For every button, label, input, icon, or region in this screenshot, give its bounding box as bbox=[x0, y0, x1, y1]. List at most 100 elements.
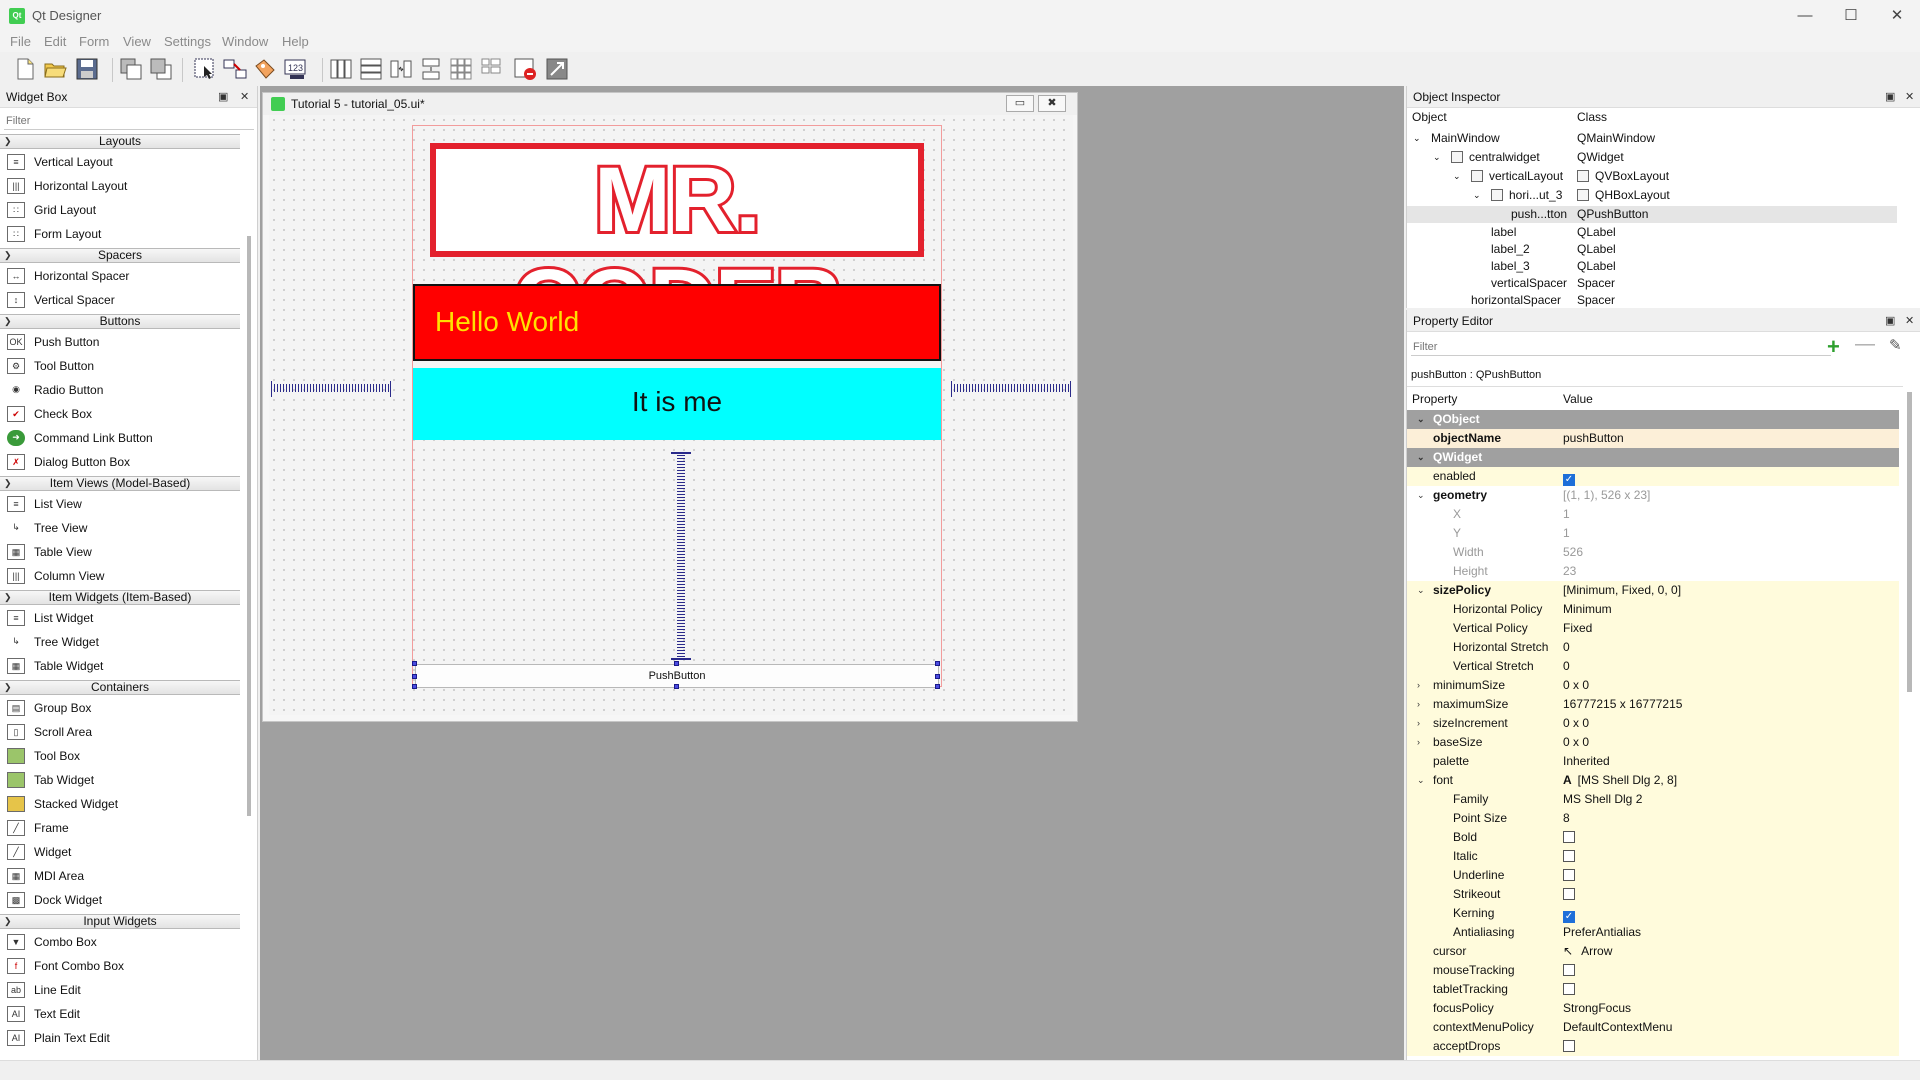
scrollbar-thumb[interactable] bbox=[247, 236, 251, 816]
property-row[interactable]: ⌄ geometry [(1, 1), 526 x 23] bbox=[1407, 486, 1899, 505]
tree-row-selected[interactable]: push...tton QPushButton bbox=[1407, 206, 1897, 223]
widget-scroll-area[interactable]: ▯ Scroll Area bbox=[0, 720, 240, 744]
widget-font-combo-box[interactable]: f Font Combo Box bbox=[0, 954, 240, 978]
widget-tool-button[interactable]: ⚙ Tool Button bbox=[0, 354, 240, 378]
widget-stacked-widget[interactable]: Stacked Widget bbox=[0, 792, 240, 816]
lay-out-vertically-icon[interactable] bbox=[358, 56, 384, 82]
break-layout-icon[interactable] bbox=[512, 56, 538, 82]
edit-signals-slots-icon[interactable] bbox=[222, 56, 248, 82]
lay-out-grid-icon[interactable] bbox=[448, 56, 474, 82]
checkbox[interactable] bbox=[1563, 831, 1575, 843]
property-row[interactable]: contextMenuPolicy DefaultContextMenu bbox=[1407, 1018, 1899, 1037]
tree-row[interactable]: horizontalSpacer Spacer bbox=[1407, 292, 1897, 309]
property-row[interactable]: Width 526 bbox=[1407, 543, 1899, 562]
menu-settings[interactable]: Settings bbox=[164, 34, 211, 49]
horizontal-splitter-icon[interactable] bbox=[388, 56, 414, 82]
property-row[interactable]: Horizontal Policy Minimum bbox=[1407, 600, 1899, 619]
close-icon[interactable]: ✕ bbox=[1874, 0, 1920, 32]
widget-column-view[interactable]: ||| Column View bbox=[0, 564, 240, 588]
widget-tool-box[interactable]: Tool Box bbox=[0, 744, 240, 768]
property-row[interactable]: Family MS Shell Dlg 2 bbox=[1407, 790, 1899, 809]
menu-view[interactable]: View bbox=[123, 34, 151, 49]
resize-handle[interactable] bbox=[412, 684, 417, 689]
widget-tab-widget[interactable]: Tab Widget bbox=[0, 768, 240, 792]
checkbox[interactable] bbox=[1563, 983, 1575, 995]
float-icon[interactable]: ▣ bbox=[1885, 314, 1895, 327]
property-row[interactable]: Underline bbox=[1407, 866, 1899, 885]
edit-widgets-icon[interactable] bbox=[192, 56, 218, 82]
property-row[interactable]: Vertical Stretch 0 bbox=[1407, 657, 1899, 676]
horizontal-spacer[interactable] bbox=[951, 381, 1071, 397]
property-row[interactable]: ⌄ sizePolicy [Minimum, Fixed, 0, 0] bbox=[1407, 581, 1899, 600]
float-icon[interactable]: ▣ bbox=[218, 90, 228, 103]
close-icon[interactable]: ✕ bbox=[1905, 90, 1914, 103]
configure-icon[interactable]: ✎ bbox=[1889, 336, 1902, 354]
scrollbar-thumb[interactable] bbox=[1907, 392, 1912, 692]
property-row[interactable]: Vertical Policy Fixed bbox=[1407, 619, 1899, 638]
lay-out-horizontally-icon[interactable] bbox=[328, 56, 354, 82]
widget-list-view[interactable]: ≡ List View bbox=[0, 492, 240, 516]
resize-handle[interactable] bbox=[674, 661, 679, 666]
property-row[interactable]: X1 bbox=[1407, 505, 1899, 524]
widget-radio-button[interactable]: ◉ Radio Button bbox=[0, 378, 240, 402]
close-icon[interactable]: ✕ bbox=[1905, 314, 1914, 327]
bring-to-front-icon[interactable] bbox=[148, 56, 174, 82]
form-minimize-button[interactable]: ▭ bbox=[1006, 95, 1034, 112]
checkbox[interactable] bbox=[1563, 1040, 1575, 1052]
widget-horizontal-spacer[interactable]: ↔ Horizontal Spacer bbox=[0, 264, 240, 288]
widget-horizontal-layout[interactable]: ||| Horizontal Layout bbox=[0, 174, 240, 198]
menu-form[interactable]: Form bbox=[79, 34, 109, 49]
property-row[interactable]: Antialiasing PreferAntialias bbox=[1407, 923, 1899, 942]
property-row[interactable]: Kerning ✓ bbox=[1407, 904, 1899, 923]
widget-filter-input[interactable] bbox=[4, 112, 254, 130]
tree-row[interactable]: ⌄ hori...ut_3 QHBoxLayout bbox=[1407, 187, 1897, 204]
property-row[interactable]: mouseTracking bbox=[1407, 961, 1899, 980]
widget-form-layout[interactable]: ∷ Form Layout bbox=[0, 222, 240, 246]
hello-world-label[interactable]: Hello World bbox=[413, 284, 941, 361]
checkbox[interactable] bbox=[1563, 888, 1575, 900]
property-row[interactable]: › maximumSize 16777215 x 16777215 bbox=[1407, 695, 1899, 714]
horizontal-spacer[interactable] bbox=[271, 381, 391, 397]
checkbox[interactable] bbox=[1563, 869, 1575, 881]
tree-row[interactable]: ⌄ centralwidget QWidget bbox=[1407, 149, 1897, 166]
widget-dialog-button-box[interactable]: ✗ Dialog Button Box bbox=[0, 450, 240, 474]
widget-list-widget[interactable]: ≡ List Widget bbox=[0, 606, 240, 630]
minimize-icon[interactable]: — bbox=[1782, 0, 1828, 32]
send-to-back-icon[interactable] bbox=[118, 56, 144, 82]
widget-text-edit[interactable]: AI Text Edit bbox=[0, 1002, 240, 1026]
property-row[interactable]: cursor ↖ Arrow bbox=[1407, 942, 1899, 961]
category-item-views[interactable]: ❯ Item Views (Model-Based) bbox=[0, 476, 240, 491]
property-row[interactable]: tabletTracking bbox=[1407, 980, 1899, 999]
group-qwidget[interactable]: ⌄ QWidget bbox=[1407, 448, 1899, 467]
property-row[interactable]: objectName pushButton bbox=[1407, 429, 1899, 448]
central-widget[interactable]: MR. CODER Hello World It is me PushButto… bbox=[412, 125, 942, 689]
widget-command-link-button[interactable]: ➜ Command Link Button bbox=[0, 426, 240, 450]
save-icon[interactable] bbox=[74, 56, 100, 82]
new-file-icon[interactable] bbox=[12, 56, 38, 82]
tree-row[interactable]: ⌄ verticalLayout QVBoxLayout bbox=[1407, 168, 1897, 185]
widget-plain-text-edit[interactable]: AI Plain Text Edit bbox=[0, 1026, 240, 1050]
resize-handle[interactable] bbox=[935, 674, 940, 679]
property-row[interactable]: ⌄ font A [MS Shell Dlg 2, 8] bbox=[1407, 771, 1899, 790]
property-row[interactable]: Point Size 8 bbox=[1407, 809, 1899, 828]
widget-check-box[interactable]: ✔ Check Box bbox=[0, 402, 240, 426]
widget-frame[interactable]: ╱ Frame bbox=[0, 816, 240, 840]
close-icon[interactable]: ✕ bbox=[240, 90, 249, 103]
category-spacers[interactable]: ❯ Spacers bbox=[0, 248, 240, 263]
property-row[interactable]: Height 23 bbox=[1407, 562, 1899, 581]
property-row[interactable]: Bold bbox=[1407, 828, 1899, 847]
tree-row[interactable]: label QLabel bbox=[1407, 224, 1897, 241]
property-row[interactable]: focusPolicy StrongFocus bbox=[1407, 999, 1899, 1018]
category-item-widgets[interactable]: ❯ Item Widgets (Item-Based) bbox=[0, 590, 240, 605]
remove-property-icon[interactable]: — bbox=[1855, 333, 1875, 356]
resize-handle[interactable] bbox=[935, 684, 940, 689]
checkbox-checked[interactable]: ✓ bbox=[1563, 911, 1575, 923]
lay-out-form-icon[interactable] bbox=[478, 56, 504, 82]
property-row[interactable]: acceptDrops bbox=[1407, 1037, 1899, 1056]
widget-tree-widget[interactable]: ↳ Tree Widget bbox=[0, 630, 240, 654]
it-is-me-label[interactable]: It is me bbox=[413, 368, 941, 440]
menu-window[interactable]: Window bbox=[222, 34, 268, 49]
widget-vertical-layout[interactable]: ≡ Vertical Layout bbox=[0, 150, 240, 174]
menu-file[interactable]: File bbox=[10, 34, 31, 49]
property-row[interactable]: Italic bbox=[1407, 847, 1899, 866]
